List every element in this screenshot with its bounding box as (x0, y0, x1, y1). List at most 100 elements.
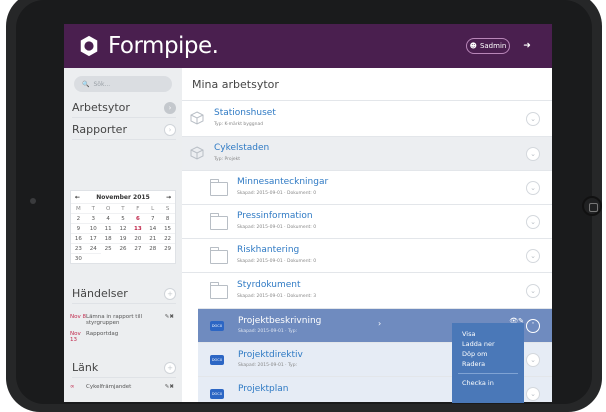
chevron-down-icon[interactable]: ⌄ (526, 181, 540, 195)
user-label: Sadmin (479, 42, 507, 50)
section-reports[interactable]: Rapporter › (72, 120, 176, 140)
docx-icon: DOCX (210, 355, 224, 365)
calendar-day[interactable]: 26 (115, 243, 131, 253)
folder-row[interactable]: Minnesanteckningar Skapad: 2015-09-01 · … (182, 170, 552, 204)
calendar-day[interactable]: 25 (100, 243, 116, 253)
folder-name[interactable]: Minnesanteckningar (237, 177, 328, 187)
chevron-down-icon[interactable]: ⌄ (526, 112, 540, 126)
menu-item-delete[interactable]: Radera (452, 359, 524, 369)
section-events-label: Händelser (72, 287, 128, 300)
calendar-day[interactable]: 6 (130, 213, 146, 223)
folder-row[interactable]: Styrdokument Skapad: 2015-09-01 · Dokume… (182, 272, 552, 308)
menu-item-checkin[interactable]: Checka in (452, 378, 524, 388)
add-icon[interactable]: + (164, 361, 176, 374)
link-icon: ∞ (70, 384, 75, 390)
search-input[interactable]: 🔍 Sök... (74, 76, 172, 92)
sidebar: 🔍 Sök... Arbetsytor › Rapporter › ← Nove… (64, 68, 182, 402)
calendar-day[interactable]: 29 (160, 243, 175, 253)
folder-row[interactable]: Pressinformation Skapad: 2015-09-01 · Do… (182, 204, 552, 238)
calendar-day[interactable]: 5 (115, 213, 131, 223)
calendar-day[interactable] (85, 253, 101, 263)
page-title: Mina arbetsytor (192, 78, 279, 91)
edit-delete-icon[interactable]: ✎✖ (162, 314, 174, 326)
menu-item-view[interactable]: Visa (452, 329, 524, 339)
calendar-day[interactable]: 11 (100, 223, 116, 233)
workspace-name[interactable]: Cykelstaden (214, 143, 269, 153)
folder-name[interactable]: Pressinformation (237, 211, 313, 221)
chevron-down-icon[interactable]: ⌄ (526, 284, 540, 298)
calendar-grid: M T O T F L S 2 3 4 5 6 7 8 9 10 11 12 1… (71, 203, 175, 263)
calendar-day[interactable]: 8 (160, 213, 175, 223)
calendar-day[interactable]: 28 (145, 243, 161, 253)
folder-meta: Skapad: 2015-09-01 · Dokument: 3 (237, 294, 317, 299)
section-links: Länk + (72, 358, 176, 378)
folder-meta: Skapad: 2015-09-01 · Dokument: 0 (237, 259, 317, 264)
edit-delete-icon[interactable]: ✎✖ (162, 384, 174, 390)
workspace-row[interactable]: Cykelstaden Typ: Projekt ⌄ (182, 136, 552, 170)
section-workspaces[interactable]: Arbetsytor › (72, 98, 176, 118)
folder-name[interactable]: Riskhantering (237, 245, 299, 255)
calendar-day[interactable]: 21 (145, 233, 161, 243)
calendar-day[interactable]: 22 (160, 233, 175, 243)
calendar-day[interactable]: 24 (85, 243, 101, 253)
calendar-day[interactable]: 13 (130, 223, 146, 233)
calendar-day[interactable]: 9 (71, 223, 86, 233)
folder-name[interactable]: Styrdokument (237, 280, 301, 290)
event-text: Lämna in rapport till styrgruppen (86, 314, 143, 326)
chevron-down-icon[interactable]: ⌄ (526, 215, 540, 229)
chevron-right-icon[interactable]: › (164, 123, 176, 136)
document-name[interactable]: Projektplan (238, 384, 289, 394)
calendar-day[interactable]: 4 (100, 213, 116, 223)
calendar-day[interactable]: 15 (160, 223, 175, 233)
calendar-day[interactable]: 14 (145, 223, 161, 233)
menu-item-rename[interactable]: Döp om (452, 349, 524, 359)
workspace-meta: Typ: Projekt (214, 157, 241, 162)
logout-icon[interactable]: ➜ (520, 39, 534, 53)
user-button[interactable]: ☻ Sadmin (466, 38, 510, 54)
folder-row[interactable]: Riskhantering Skapad: 2015-09-01 · Dokum… (182, 238, 552, 272)
calendar-day[interactable]: 10 (85, 223, 101, 233)
calendar-day[interactable]: 3 (85, 213, 101, 223)
event-item[interactable]: Nov 8 Lämna in rapport till styrgruppen … (70, 314, 174, 326)
workspace-name[interactable]: Stationshuset (214, 108, 276, 118)
prev-month-button[interactable]: ← (75, 194, 80, 201)
calendar-day[interactable]: 17 (85, 233, 101, 243)
logo-icon (80, 35, 98, 57)
user-icon: ☻ (469, 42, 477, 50)
top-bar: Formpipe. ☻ Sadmin ➜ (64, 24, 552, 68)
calendar-day[interactable]: 16 (71, 233, 86, 243)
event-item[interactable]: Nov 13 Rapportdag (70, 331, 174, 343)
cube-icon (190, 111, 204, 125)
calendar-day[interactable]: 27 (130, 243, 146, 253)
link-item[interactable]: ∞ Cykelfrämjandet ✎✖ (70, 384, 174, 390)
chevron-down-icon[interactable]: ⌄ (526, 387, 540, 401)
calendar-day[interactable]: 23 (71, 243, 86, 253)
chevron-down-icon[interactable]: ⌄ (526, 147, 540, 161)
calendar-day[interactable]: 30 (71, 253, 86, 263)
chevron-up-icon[interactable]: ˆ (526, 319, 540, 333)
calendar-day[interactable]: 7 (145, 213, 161, 223)
calendar-month: November 2015 (96, 193, 150, 201)
home-button[interactable] (582, 196, 602, 216)
menu-divider (458, 373, 518, 374)
calendar-day[interactable]: 19 (115, 233, 131, 243)
calendar-day[interactable]: 12 (115, 223, 131, 233)
menu-item-download[interactable]: Ladda ner (452, 339, 524, 349)
chevron-right-icon[interactable]: › (164, 101, 176, 114)
next-month-button[interactable]: → (166, 194, 171, 201)
chevron-down-icon[interactable]: ⌄ (526, 353, 540, 367)
workspace-row[interactable]: Stationshuset Typ: K-märkt byggnad ⌄ (182, 100, 552, 136)
calendar-day[interactable]: 18 (100, 233, 116, 243)
document-name[interactable]: Projektdirektiv (238, 350, 303, 360)
calendar-day[interactable]: 20 (130, 233, 146, 243)
chevron-down-icon[interactable]: ⌄ (526, 249, 540, 263)
document-name[interactable]: Projektbeskrivning (238, 316, 321, 326)
link-text: Cykelfrämjandet (86, 384, 132, 390)
weekday-label: T (85, 203, 101, 213)
add-icon[interactable]: + (164, 287, 176, 300)
brand-name: Formpipe. (108, 33, 219, 59)
folder-meta: Skapad: 2015-09-01 · Dokument: 0 (237, 191, 317, 196)
search-icon: 🔍 (82, 80, 90, 88)
section-links-label: Länk (72, 361, 99, 374)
calendar-day[interactable]: 2 (71, 213, 86, 223)
